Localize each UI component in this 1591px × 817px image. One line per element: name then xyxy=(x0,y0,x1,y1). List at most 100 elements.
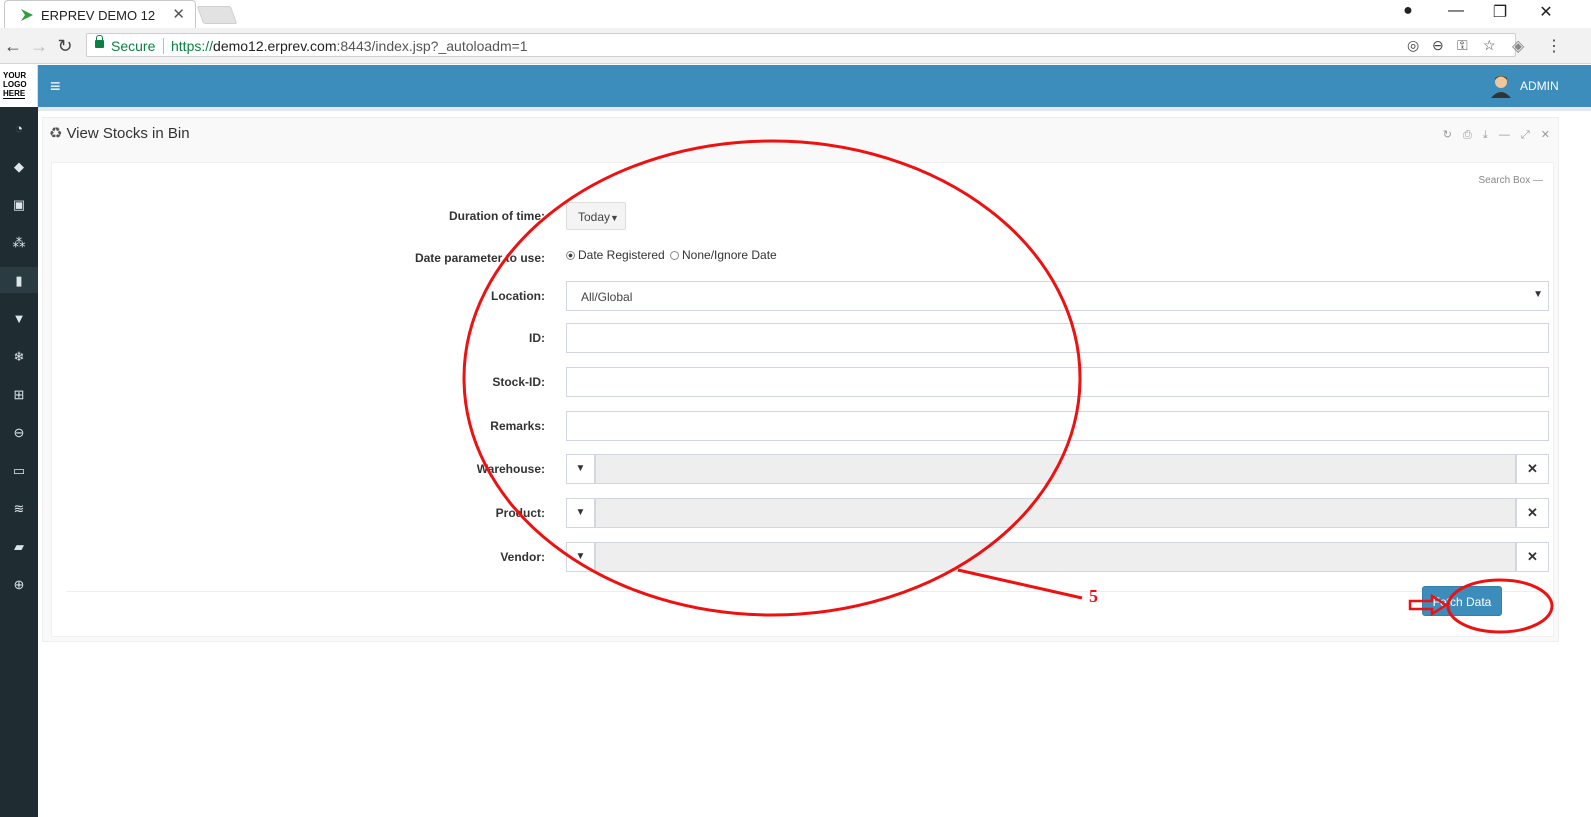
panel-title-text: View Stocks in Bin xyxy=(66,125,190,142)
dashboard-icon[interactable]: ◔ xyxy=(0,121,38,136)
back-icon[interactable]: ← xyxy=(2,36,24,57)
book-icon[interactable]: ▰ xyxy=(0,539,38,555)
tab-close-icon[interactable]: ✕ xyxy=(172,5,185,23)
browser-tabbar: ERPREV DEMO 12 ✕ ● — ❐ ✕ xyxy=(0,0,1591,28)
stock-id-label: Stock-ID: xyxy=(492,375,545,389)
trash-icon[interactable]: ▼ xyxy=(0,311,38,326)
radio-date-registered-label: Date Registered xyxy=(578,248,665,262)
money-icon[interactable]: ▣ xyxy=(0,197,38,213)
logo-line: YOUR xyxy=(3,71,27,80)
date-param-label: Date parameter to use: xyxy=(414,251,545,265)
document-icon[interactable]: ▮ xyxy=(0,267,38,293)
location-target-icon[interactable]: ◎ xyxy=(1407,37,1419,54)
url-scheme: https:// xyxy=(171,38,214,54)
warehouse-clear-icon[interactable]: ✕ xyxy=(1516,454,1549,484)
panel-close-icon[interactable]: ✕ xyxy=(1541,129,1550,141)
monitor-icon[interactable]: ▭ xyxy=(0,463,38,479)
window-close-icon[interactable]: ✕ xyxy=(1534,2,1558,22)
vendor-combo: ▼ ✕ xyxy=(566,542,1549,572)
select-arrow-icon: ▼ xyxy=(1533,289,1543,300)
user-avatar[interactable] xyxy=(1490,74,1512,98)
product-label: Product: xyxy=(495,506,545,520)
vendor-label: Vendor: xyxy=(500,550,545,564)
product-dropdown-icon[interactable]: ▼ xyxy=(566,498,595,528)
browser-tab[interactable]: ERPREV DEMO 12 ✕ xyxy=(4,0,196,28)
search-form: Search Box — Duration of time: Today▼ Da… xyxy=(51,162,1554,637)
duration-dropdown[interactable]: Today▼ xyxy=(566,202,626,230)
radio-ignore-date[interactable]: None/Ignore Date xyxy=(670,248,777,262)
duration-value: Today xyxy=(578,210,611,224)
forward-icon[interactable]: → xyxy=(28,36,50,57)
restore-icon[interactable]: ❐ xyxy=(1488,2,1512,22)
url-host: demo12.erprev.com xyxy=(213,38,337,54)
expand-icon[interactable]: ⤢ xyxy=(1521,129,1530,141)
extension-icon[interactable]: ◈ xyxy=(1512,36,1524,56)
main-content: ♻ View Stocks in Bin ↻ ⎙ ⤓ — ⤢ ✕ Search B… xyxy=(38,107,1591,817)
url-text[interactable]: https://demo12.erprev.com:8443/index.jsp… xyxy=(171,38,528,54)
radio-unchecked-icon xyxy=(670,251,679,260)
circle-icon[interactable]: ⊖ xyxy=(0,425,38,441)
secure-label: Secure xyxy=(111,38,156,54)
reload-icon[interactable]: ↻ xyxy=(54,36,76,57)
tag-icon[interactable]: ◆ xyxy=(0,159,38,175)
profile-icon[interactable]: ● xyxy=(1396,2,1420,20)
bookmark-star-icon[interactable]: ☆ xyxy=(1483,37,1496,54)
database-icon[interactable]: ≋ xyxy=(0,501,38,517)
radio-ignore-date-label: None/Ignore Date xyxy=(682,248,777,262)
panel-tools: ↻ ⎙ ⤓ — ⤢ ✕ xyxy=(1435,128,1550,142)
tab-title: ERPREV DEMO 12 xyxy=(41,8,156,23)
radio-date-registered[interactable]: Date Registered xyxy=(566,248,665,262)
lifebuoy-icon[interactable]: ⊕ xyxy=(0,577,38,593)
zoom-icon[interactable]: ⊖ xyxy=(1432,37,1444,54)
new-tab-button[interactable] xyxy=(196,6,238,24)
cubes-icon[interactable]: ⁂ xyxy=(0,235,38,251)
location-select[interactable]: All/Global ▼ xyxy=(566,281,1549,311)
browser-menu-icon[interactable]: ⋮ xyxy=(1546,36,1562,56)
download-icon[interactable]: ⤓ xyxy=(1483,129,1488,141)
location-label: Location: xyxy=(491,289,545,303)
id-label: ID: xyxy=(529,331,545,345)
collapse-icon[interactable]: — xyxy=(1499,129,1510,141)
snowflake-icon[interactable]: ❄ xyxy=(0,349,38,365)
lock-icon xyxy=(95,35,104,48)
user-name[interactable]: ADMIN xyxy=(1520,79,1559,93)
refresh-icon[interactable]: ↻ xyxy=(1443,129,1452,141)
fetch-data-button[interactable]: Fetch Data xyxy=(1422,586,1502,616)
view-stocks-panel: ♻ View Stocks in Bin ↻ ⎙ ⤓ — ⤢ ✕ Search B… xyxy=(42,117,1559,642)
logo-line: HERE xyxy=(3,89,26,99)
cart-icon[interactable]: ⊞ xyxy=(0,387,38,403)
product-field[interactable] xyxy=(595,498,1516,528)
duration-label: Duration of time: xyxy=(449,209,545,223)
app-header: ≡ ADMIN xyxy=(38,65,1591,107)
url-path: :8443/index.jsp?_autoloadm=1 xyxy=(336,38,528,54)
product-combo: ▼ ✕ xyxy=(566,498,1549,528)
form-divider xyxy=(66,591,1541,592)
warehouse-dropdown-icon[interactable]: ▼ xyxy=(566,454,595,484)
warehouse-field[interactable] xyxy=(595,454,1516,484)
product-clear-icon[interactable]: ✕ xyxy=(1516,498,1549,528)
menu-toggle-icon[interactable]: ≡ xyxy=(50,76,61,97)
search-box-toggle[interactable]: Search Box — xyxy=(1479,175,1543,186)
vendor-clear-icon[interactable]: ✕ xyxy=(1516,542,1549,572)
caret-down-icon: ▼ xyxy=(610,213,619,223)
vendor-field[interactable] xyxy=(595,542,1516,572)
omnibox-separator xyxy=(163,38,164,54)
annotation-number: 5 xyxy=(1089,586,1098,606)
remarks-label: Remarks: xyxy=(490,419,545,433)
vendor-dropdown-icon[interactable]: ▼ xyxy=(566,542,595,572)
recycle-icon: ♻ xyxy=(49,125,63,142)
id-input[interactable] xyxy=(566,323,1549,353)
minimize-icon[interactable]: — xyxy=(1444,2,1468,20)
stock-id-input[interactable] xyxy=(566,367,1549,397)
location-value: All/Global xyxy=(581,290,633,304)
company-logo[interactable]: YOUR LOGO HERE xyxy=(0,65,38,107)
warehouse-label: Warehouse: xyxy=(476,462,545,476)
logo-line: LOGO xyxy=(3,80,27,89)
print-icon[interactable]: ⎙ xyxy=(1463,129,1472,141)
app-sidebar: YOUR LOGO HERE ◔ ◆ ▣ ⁂ ▮ ▼ ❄ ⊞ ⊖ ▭ ≋ ▰ ⊕ xyxy=(0,65,38,817)
remarks-input[interactable] xyxy=(566,411,1549,441)
address-bar[interactable]: Secure https://demo12.erprev.com:8443/in… xyxy=(86,33,1516,57)
key-icon[interactable]: ⚿ xyxy=(1457,37,1468,54)
warehouse-combo: ▼ ✕ xyxy=(566,454,1549,484)
radio-checked-icon xyxy=(566,251,575,260)
